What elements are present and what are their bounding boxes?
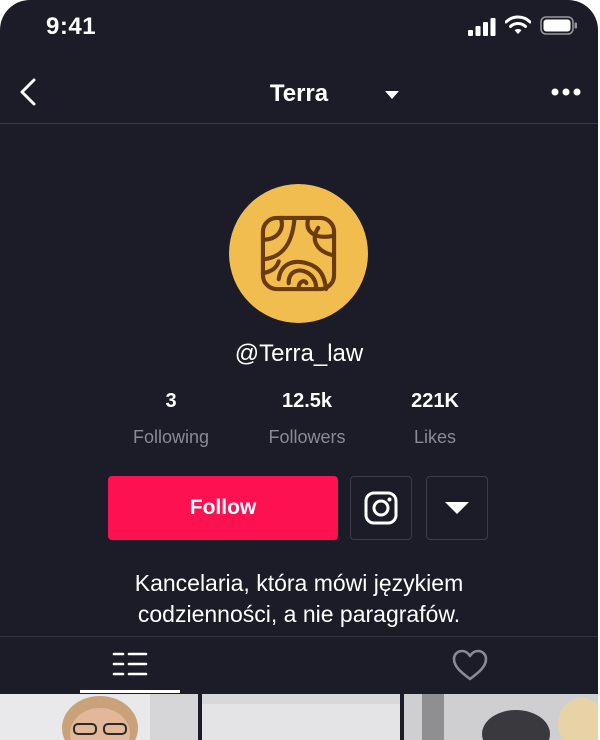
page-title[interactable]: Terra (0, 80, 598, 108)
instagram-button[interactable] (350, 476, 412, 540)
list-icon (112, 652, 148, 675)
instagram-icon (364, 491, 398, 525)
terra-logo-icon (260, 215, 337, 292)
battery-icon (540, 16, 577, 35)
video-grid (0, 692, 598, 740)
stat-value: 3 (165, 390, 177, 412)
wifi-icon (505, 15, 531, 34)
tab-liked[interactable] (420, 637, 520, 693)
more-options-icon[interactable] (550, 85, 582, 99)
profile-bio: Kancelaria, która mówi językiem codzienn… (0, 568, 598, 630)
tab-videos[interactable] (80, 637, 180, 693)
stat-likes[interactable]: 221K Likes (365, 390, 505, 448)
profile-screen: 9:41 Terra @Terra_law 3 Following 12.5k … (0, 0, 598, 740)
more-profile-button[interactable] (426, 476, 488, 540)
signal-icon (468, 18, 496, 36)
content-tabs (0, 636, 598, 693)
stat-value: 221K (411, 390, 459, 412)
avatar[interactable] (229, 184, 368, 323)
stat-label: Likes (413, 427, 457, 447)
bio-line: Kancelaria, która mówi językiem (134, 570, 464, 596)
stat-label: Followers (268, 427, 346, 447)
nav-bar: Terra (0, 60, 598, 124)
stat-label: Following (132, 427, 210, 447)
stat-following[interactable]: 3 Following (101, 390, 241, 448)
video-thumbnail-image (404, 694, 598, 740)
caret-down-icon[interactable] (384, 89, 400, 101)
bio-line: codzienności, a nie paragrafów. (137, 601, 461, 627)
status-time: 9:41 (46, 13, 97, 40)
video-thumbnail[interactable] (0, 694, 198, 740)
heart-icon (452, 649, 488, 681)
caret-down-icon (445, 502, 469, 514)
video-thumbnail[interactable] (404, 694, 598, 740)
profile-handle: @Terra_law (234, 340, 364, 367)
video-thumbnail-image (0, 694, 198, 740)
video-thumbnail[interactable] (202, 694, 400, 740)
follow-button[interactable]: Follow (108, 476, 338, 540)
status-bar: 9:41 (0, 0, 598, 60)
stat-value: 12.5k (281, 390, 333, 412)
video-thumbnail-image (202, 694, 400, 740)
stat-followers[interactable]: 12.5k Followers (237, 390, 377, 448)
